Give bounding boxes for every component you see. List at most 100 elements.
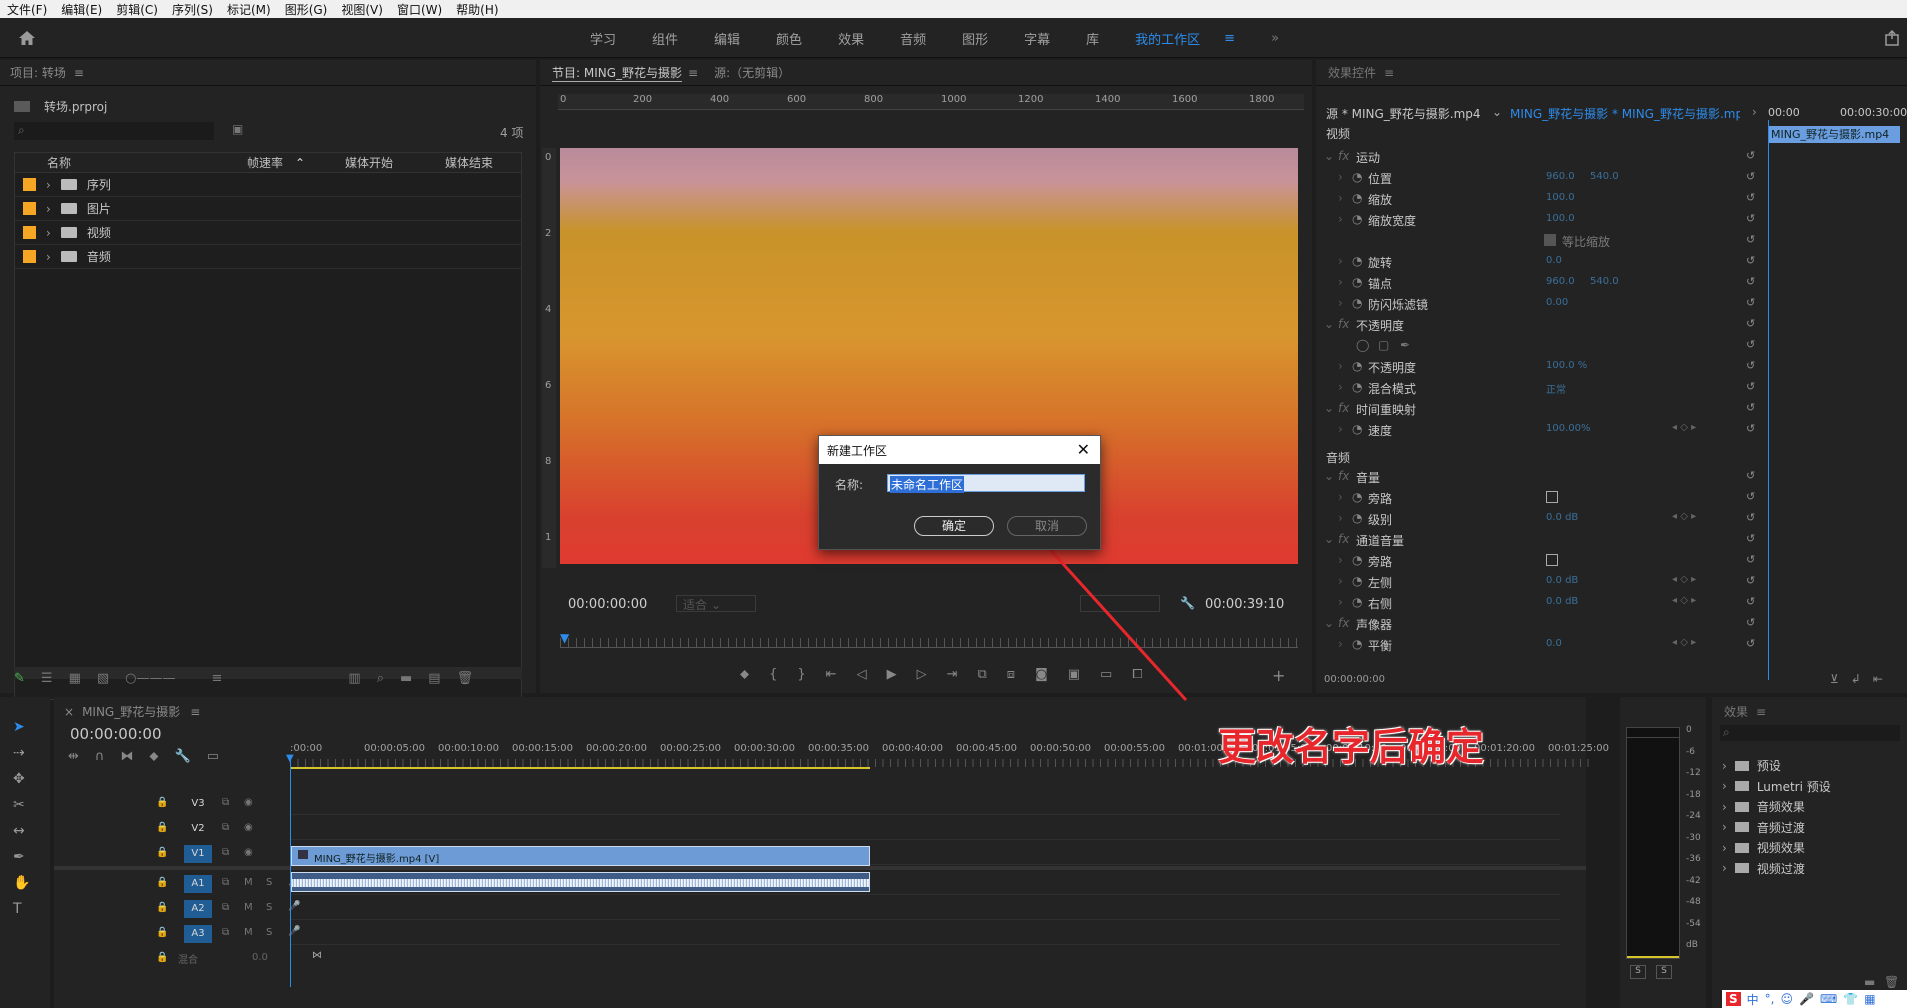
menu-view[interactable]: 视图(V) [334, 1, 390, 18]
effect-param-row[interactable]: › ◔ 旁路 ↺ [1316, 487, 1764, 508]
ws-tab-graphics[interactable]: 图形 [944, 29, 1006, 48]
expand-chevron-icon[interactable]: › [1338, 595, 1343, 609]
chevron-right-icon[interactable]: › [1752, 105, 1757, 119]
menu-clip[interactable]: 剪辑(C) [109, 1, 165, 18]
sync-lock-icon[interactable]: ⧉ [222, 877, 229, 888]
panel-menu-icon[interactable]: ≡ [1756, 705, 1766, 719]
playhead-handle[interactable]: ▼ [286, 753, 294, 764]
expand-chevron-icon[interactable]: › [46, 202, 51, 216]
home-icon[interactable] [18, 30, 36, 49]
sort-icon[interactable]: ≡ [212, 671, 223, 686]
reset-icon[interactable]: ↺ [1746, 422, 1755, 435]
col-framerate[interactable]: 帧速率 [247, 154, 283, 171]
list-view-icon[interactable]: ☰ [41, 671, 53, 686]
close-icon[interactable]: × [64, 705, 74, 719]
expand-chevron-icon[interactable]: › [1338, 553, 1343, 567]
nest-icon[interactable]: ⇹ [68, 749, 79, 764]
video-audio-divider[interactable] [54, 866, 1586, 870]
step-forward-icon[interactable]: ▷ [917, 667, 927, 682]
go-to-out-icon[interactable]: ⇥ [947, 667, 958, 682]
tab-program[interactable]: 节目: MING_野花与摄影 [552, 64, 683, 82]
effect-param-row[interactable]: ⌄ fx 通道音量 ↺ [1316, 529, 1764, 550]
eye-icon[interactable]: ◉ [244, 797, 253, 808]
fx-icon[interactable]: fx [1338, 401, 1349, 415]
expand-chevron-icon[interactable]: › [46, 178, 51, 192]
effect-param-row[interactable]: › ◔ 缩放 100.0 ↺ [1316, 188, 1764, 209]
effect-param-row[interactable]: › ◔ 锚点 960.0 540.0 ↺ [1316, 272, 1764, 293]
stopwatch-icon[interactable]: ◔ [1352, 637, 1362, 651]
effect-param-row[interactable]: ⌄ fx 音量 ↺ [1316, 466, 1764, 487]
ok-button[interactable]: 确定 [914, 516, 994, 536]
lock-icon[interactable]: 🔒 [156, 797, 168, 808]
fx-icon[interactable]: fx [1338, 317, 1349, 331]
ws-tab-assembly[interactable]: 组件 [634, 29, 696, 48]
selection-tool-icon[interactable]: ➤ [13, 719, 30, 735]
ws-menu-icon[interactable]: ≡ [1218, 31, 1241, 46]
linked-selection-icon[interactable]: ⧓ [120, 749, 133, 764]
tab-source[interactable]: 源:（无剪辑） [714, 64, 790, 81]
effect-param-row[interactable]: › ◔ 旋转 0.0 ↺ [1316, 251, 1764, 272]
expand-chevron-icon[interactable]: › [1722, 800, 1727, 814]
ws-tab-captions[interactable]: 字幕 [1006, 29, 1068, 48]
close-icon[interactable]: ✕ [1077, 440, 1090, 459]
rect-mask-icon[interactable]: ▢ [1378, 338, 1389, 352]
menu-marker[interactable]: 标记(M) [220, 1, 278, 18]
panel-menu-icon[interactable]: ≡ [190, 705, 200, 719]
effect-param-row[interactable]: › ◔ 级别 0.0 dB ◂ ◇ ▸ ↺ [1316, 508, 1764, 529]
expand-chevron-icon[interactable]: › [46, 250, 51, 264]
bypass-checkbox[interactable] [1546, 554, 1558, 566]
ws-tab-color[interactable]: 颜色 [758, 29, 820, 48]
expand-chevron-icon[interactable]: › [1338, 422, 1343, 436]
ec-clip-bar[interactable]: MING_野花与摄影.mp4 [1768, 126, 1900, 143]
keyframe-nav[interactable]: ◂ ◇ ▸ [1672, 422, 1696, 433]
find-icon[interactable]: ⌕ [377, 671, 384, 686]
freeform-view-icon[interactable]: ▧ [97, 671, 109, 686]
keyframe-nav[interactable]: ◂ ◇ ▸ [1672, 637, 1696, 648]
solo-button[interactable]: S [266, 877, 272, 888]
ellipse-mask-icon[interactable]: ◯ [1356, 338, 1369, 352]
collapse-chevron-icon[interactable]: ⌄ [1324, 616, 1334, 630]
track-select-icon[interactable]: ⇢ [13, 745, 30, 761]
stopwatch-icon[interactable]: ◔ [1352, 380, 1362, 394]
stopwatch-icon[interactable]: ◔ [1352, 296, 1362, 310]
keyframe-nav[interactable]: ◂ ◇ ▸ [1672, 595, 1696, 606]
effect-param-row[interactable]: › ◔ 缩放宽度 100.0 ↺ [1316, 209, 1764, 230]
play-icon[interactable]: ▶ [887, 667, 897, 682]
reset-icon[interactable]: ↺ [1746, 380, 1755, 393]
export-icon[interactable] [1884, 29, 1900, 49]
collapse-chevron-icon[interactable]: ⌄ [1324, 317, 1334, 331]
pencil-icon[interactable]: ✎ [14, 671, 25, 686]
eye-icon[interactable]: ◉ [244, 822, 253, 833]
zoom-select[interactable]: 适合 ⌄ [676, 595, 756, 612]
ripple-icon[interactable]: ↲ [1851, 672, 1861, 686]
sync-lock-icon[interactable]: ⧉ [222, 847, 229, 858]
tools-icon[interactable]: ▦ [1864, 992, 1875, 1006]
reset-icon[interactable]: ↺ [1746, 275, 1755, 288]
razor-icon[interactable]: ✂ [13, 797, 30, 813]
effects-folder-item[interactable]: › Lumetri 预设 [1722, 778, 1831, 795]
mark-out-icon[interactable]: } [797, 667, 805, 682]
expand-chevron-icon[interactable]: › [1338, 296, 1343, 310]
stopwatch-icon[interactable]: ◔ [1352, 511, 1362, 525]
ws-tab-audio[interactable]: 音频 [882, 29, 944, 48]
effect-param-row[interactable]: ◯ ▢ ✒ ↺ [1316, 335, 1764, 356]
eye-icon[interactable]: ◉ [244, 847, 253, 858]
panel-menu-icon[interactable]: ≡ [1384, 66, 1394, 80]
keyframe-nav[interactable]: ◂ ◇ ▸ [1672, 574, 1696, 585]
reset-icon[interactable]: ↺ [1746, 574, 1755, 587]
reset-icon[interactable]: ↺ [1746, 317, 1755, 330]
reset-icon[interactable]: ↺ [1746, 149, 1755, 162]
new-bin-icon[interactable]: ▬ [1864, 975, 1875, 989]
stopwatch-icon[interactable]: ◔ [1352, 595, 1362, 609]
expand-chevron-icon[interactable]: › [1338, 191, 1343, 205]
ws-tab-learn[interactable]: 学习 [572, 29, 634, 48]
effects-folder-item[interactable]: › 视频效果 [1722, 839, 1805, 856]
effects-folder-item[interactable]: › 预设 [1722, 757, 1781, 774]
wrench-icon[interactable]: 🔧 [175, 749, 191, 764]
add-marker-icon[interactable]: ⬥ [740, 667, 749, 682]
ws-tab-editing[interactable]: 编辑 [696, 29, 758, 48]
mic-icon[interactable]: 🎤 [1799, 992, 1814, 1006]
export-frame-icon[interactable]: ⇤ [1873, 672, 1883, 686]
punctuation-icon[interactable]: °, [1765, 992, 1775, 1006]
lock-icon[interactable]: 🔒 [156, 902, 168, 913]
